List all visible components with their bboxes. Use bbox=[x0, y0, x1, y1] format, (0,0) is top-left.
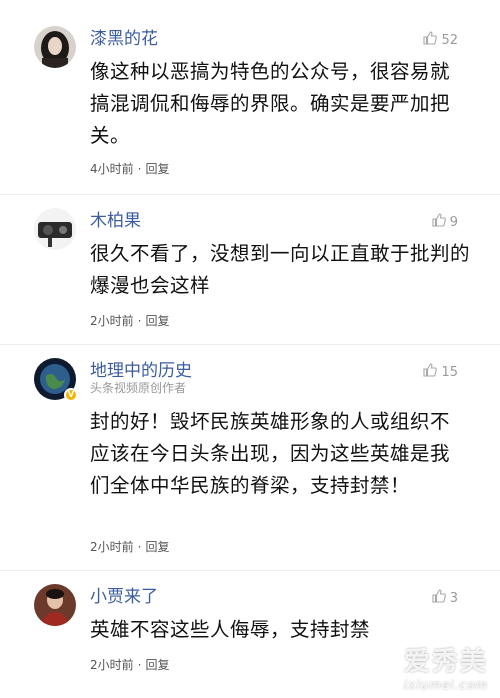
like-count: 3 bbox=[449, 590, 458, 606]
verified-badge-icon: V bbox=[64, 388, 78, 402]
watermark-url: ixiumei.com bbox=[403, 678, 488, 692]
reply-link[interactable]: 回复 bbox=[145, 314, 169, 328]
timestamp: 2小时前 bbox=[90, 540, 134, 554]
comment-meta: 2小时前 · 回复 bbox=[90, 538, 169, 555]
comment-meta: 2小时前 · 回复 bbox=[90, 656, 169, 673]
user-subtitle: 头条视频原创作者 bbox=[90, 381, 187, 395]
username[interactable]: 小贾来了 bbox=[90, 582, 158, 607]
avatar[interactable] bbox=[34, 208, 76, 250]
separator: · bbox=[137, 658, 142, 672]
thumbs-up-icon bbox=[422, 362, 438, 382]
username[interactable]: 木柏果 bbox=[90, 206, 141, 231]
like-button[interactable]: 9 bbox=[431, 212, 458, 232]
avatar[interactable] bbox=[34, 584, 76, 626]
like-count: 52 bbox=[441, 32, 458, 48]
like-button[interactable]: 3 bbox=[431, 588, 458, 608]
like-button[interactable]: 15 bbox=[422, 362, 458, 382]
comment-text: 封的好！毁坏民族英雄形象的人或组织不应该在今日头条出现，因为这些英雄是我们全体中… bbox=[90, 410, 451, 497]
timestamp: 4小时前 bbox=[90, 162, 134, 176]
divider bbox=[0, 344, 500, 345]
watermark-text: 爱秀美 bbox=[403, 647, 488, 677]
like-button[interactable]: 52 bbox=[422, 30, 458, 50]
comment-meta: 2小时前 · 回复 bbox=[90, 312, 169, 329]
username[interactable]: 漆黑的花 bbox=[90, 24, 158, 49]
separator: · bbox=[137, 162, 142, 176]
reply-link[interactable]: 回复 bbox=[145, 162, 169, 176]
like-count: 15 bbox=[441, 364, 458, 380]
divider bbox=[0, 194, 500, 195]
like-count: 9 bbox=[449, 214, 458, 230]
reply-link[interactable]: 回复 bbox=[145, 540, 169, 554]
timestamp: 2小时前 bbox=[90, 314, 134, 328]
watermark-logo: 爱秀美 ixiumei.com bbox=[404, 641, 488, 692]
separator: · bbox=[137, 540, 142, 554]
comment-text: 像这种以恶搞为特色的公众号，很容易就搞混调侃和侮辱的界限。确实是要严加把关。 bbox=[90, 60, 451, 147]
divider bbox=[0, 570, 500, 571]
thumbs-up-icon bbox=[422, 30, 438, 50]
avatar[interactable] bbox=[34, 26, 76, 68]
timestamp: 2小时前 bbox=[90, 658, 134, 672]
reply-link[interactable]: 回复 bbox=[145, 658, 169, 672]
thumbs-up-icon bbox=[431, 588, 447, 608]
thumbs-up-icon bbox=[431, 212, 447, 232]
comment-meta: 4小时前 · 回复 bbox=[90, 160, 169, 177]
separator: · bbox=[137, 314, 142, 328]
username[interactable]: 地理中的历史 bbox=[90, 356, 192, 381]
comment-text: 很久不看了，没想到一向以正直敢于批判的爆漫也会这样 bbox=[90, 242, 471, 297]
